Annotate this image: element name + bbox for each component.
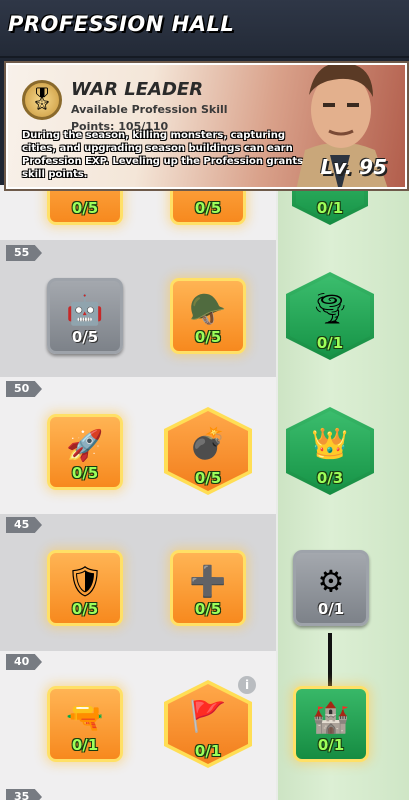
skill-node-troops[interactable]: 🪖 0/5 [170, 278, 246, 354]
level-tag: 50 [6, 381, 42, 397]
fortress-icon: 🏰 [312, 700, 350, 736]
profession-name: WAR LEADER [71, 79, 204, 100]
skill-node-mine[interactable]: 💣 0/5 [164, 407, 252, 495]
blaster-icon: 🔫 [66, 700, 104, 736]
skill-node-mask-cog[interactable]: ⚙ 0/1 [293, 550, 369, 626]
skill-node[interactable]: 0/1 [292, 185, 368, 225]
skill-node[interactable]: 0/5 [170, 185, 246, 225]
skill-node-troop-heal[interactable]: ➕ 0/5 [170, 550, 246, 626]
level-tag: 55 [6, 245, 42, 261]
soldiers-icon: 🪖 [189, 292, 227, 328]
ammo-icon: 🚀 [66, 428, 104, 464]
skill-node-heal-mask[interactable]: 👑 0/3 [286, 407, 374, 495]
skill-node-flag[interactable]: 🚩 0/1 [164, 680, 252, 768]
shield-icon: 🛡 [65, 564, 105, 600]
skill-node-robot-upgrade[interactable]: 🤖 0/5 [47, 278, 123, 354]
skill-node-blaster[interactable]: 🔫 0/1 [47, 686, 123, 762]
tornado-icon: 🌪 [310, 291, 350, 327]
skill-node-shield[interactable]: 🛡 0/5 [47, 550, 123, 626]
profession-level: Lv. 95 [320, 155, 387, 179]
skill-node-ammo[interactable]: 🚀 0/5 [47, 414, 123, 490]
profession-banner: 🎖 WAR LEADER Available Profession Skill … [6, 63, 407, 189]
top-bar: PROFESSION HALL [0, 0, 409, 58]
skill-node-tornado[interactable]: 🌪 0/1 [286, 272, 374, 360]
skill-tree[interactable]: 55 50 45 40 35 0/5 0/5 0/1 🤖 0/5 🪖 0/5 🌪… [0, 185, 409, 800]
level-tag: 45 [6, 517, 42, 533]
level-tag: 40 [6, 654, 42, 670]
tree-connector [328, 633, 332, 693]
landmine-icon: 💣 [189, 426, 227, 462]
skill-node[interactable]: 0/5 [47, 185, 123, 225]
flag-icon: 🚩 [189, 699, 227, 735]
profession-subtitle: Available Profession Skill [71, 103, 228, 116]
page-title: PROFESSION HALL [8, 12, 235, 36]
soldiers-heal-icon: ➕ [189, 564, 227, 600]
mask-plus-icon: 👑 [311, 426, 349, 462]
profession-emblem-icon: 🎖 [22, 80, 62, 120]
robot-upgrade-icon: 🤖 [66, 292, 104, 328]
skill-node-fortress[interactable]: 🏰 0/1 [293, 686, 369, 762]
mask-gear-icon: ⚙ [317, 564, 345, 600]
